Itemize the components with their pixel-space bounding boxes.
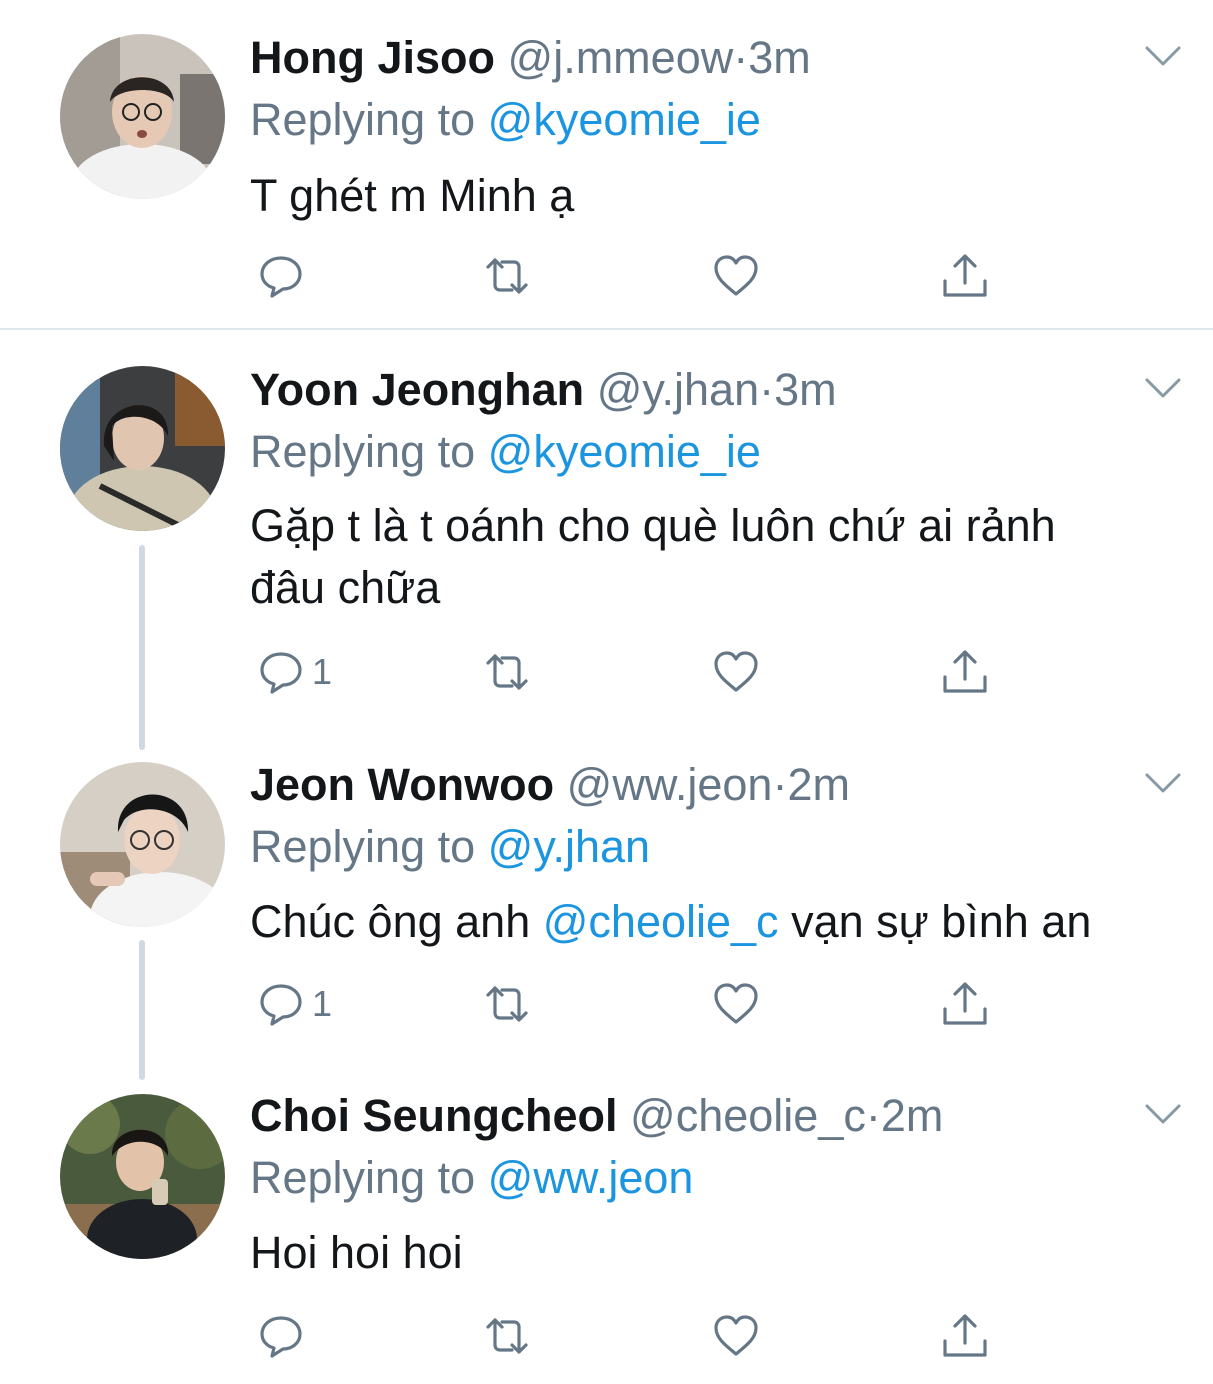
chevron-down-icon[interactable] bbox=[1144, 1103, 1182, 1125]
display-name[interactable]: Jeon Wonwoo bbox=[250, 759, 554, 810]
like-button[interactable] bbox=[711, 644, 761, 700]
retweet-icon bbox=[482, 1311, 532, 1361]
display-name[interactable]: Hong Jisoo bbox=[250, 32, 495, 83]
reply-icon bbox=[256, 1311, 306, 1361]
reply-icon bbox=[256, 647, 306, 697]
chevron-down-icon[interactable] bbox=[1144, 45, 1182, 67]
share-button[interactable] bbox=[940, 1308, 990, 1364]
reply-icon bbox=[256, 251, 306, 301]
replying-to: Replying to @kyeomie_ie bbox=[250, 90, 761, 150]
share-button[interactable] bbox=[940, 248, 990, 304]
replying-to: Replying to @kyeomie_ie bbox=[250, 422, 761, 482]
reply-count: 1 bbox=[312, 651, 333, 692]
action-bar: 1 bbox=[250, 644, 1010, 700]
retweet-icon bbox=[482, 979, 532, 1029]
tweet-choi-seungcheol[interactable]: Choi Seungcheol @cheolie_c·2m Replying t… bbox=[0, 1060, 1213, 1384]
handle[interactable]: @y.jhan bbox=[597, 364, 759, 415]
reply-button[interactable]: 1 bbox=[256, 976, 332, 1032]
action-bar: 1 bbox=[250, 976, 1010, 1032]
like-button[interactable] bbox=[711, 248, 761, 304]
retweet-icon bbox=[482, 251, 532, 301]
handle[interactable]: @cheolie_c bbox=[630, 1090, 866, 1141]
separator-dot: · bbox=[772, 759, 788, 810]
tweet-text-segment: Chúc ông anh bbox=[250, 896, 531, 947]
replying-to-mention[interactable]: @kyeomie_ie bbox=[488, 426, 761, 477]
reply-button[interactable] bbox=[256, 248, 312, 304]
like-icon bbox=[711, 979, 761, 1029]
replying-to: Replying to @ww.jeon bbox=[250, 1148, 693, 1208]
tweet-text: Chúc ông anh @cheolie_c vạn sự bình an bbox=[250, 891, 1170, 953]
replying-to-mention[interactable]: @y.jhan bbox=[488, 821, 650, 872]
share-button[interactable] bbox=[940, 644, 990, 700]
replying-to-label: Replying to bbox=[250, 821, 476, 872]
retweet-button[interactable] bbox=[482, 248, 532, 304]
avatar[interactable] bbox=[60, 366, 225, 531]
display-name[interactable]: Yoon Jeonghan bbox=[250, 364, 584, 415]
timestamp[interactable]: 3m bbox=[774, 364, 837, 415]
replying-to-label: Replying to bbox=[250, 426, 476, 477]
tweet-text: Gặp t là t oánh cho què luôn chứ ai rảnh… bbox=[250, 495, 1170, 619]
tweet-header: Hong Jisoo @j.mmeow·3m bbox=[250, 30, 811, 86]
tweet-text-line: Gặp t là t oánh cho què luôn chứ ai rảnh bbox=[250, 500, 1056, 551]
share-button[interactable] bbox=[940, 976, 990, 1032]
like-icon bbox=[711, 251, 761, 301]
share-icon bbox=[940, 1311, 990, 1361]
avatar[interactable] bbox=[60, 762, 225, 927]
replying-to-label: Replying to bbox=[250, 94, 476, 145]
replying-to-label: Replying to bbox=[250, 1152, 476, 1203]
handle[interactable]: @j.mmeow bbox=[508, 32, 734, 83]
timestamp[interactable]: 2m bbox=[881, 1090, 944, 1141]
separator-dot: · bbox=[759, 364, 775, 415]
reply-count: 1 bbox=[312, 983, 333, 1024]
share-icon bbox=[940, 647, 990, 697]
reply-button[interactable] bbox=[256, 1308, 312, 1364]
reply-button[interactable]: 1 bbox=[256, 644, 332, 700]
timestamp[interactable]: 2m bbox=[787, 759, 850, 810]
replying-to-mention[interactable]: @ww.jeon bbox=[488, 1152, 694, 1203]
chevron-down-icon[interactable] bbox=[1144, 772, 1182, 794]
retweet-button[interactable] bbox=[482, 1308, 532, 1364]
handle[interactable]: @ww.jeon bbox=[567, 759, 773, 810]
like-button[interactable] bbox=[711, 976, 761, 1032]
tweet-mention[interactable]: @cheolie_c bbox=[543, 896, 779, 947]
thread-line bbox=[139, 940, 145, 1080]
tweet-hong-jisoo[interactable]: Hong Jisoo @j.mmeow·3m Replying to @kyeo… bbox=[0, 0, 1213, 330]
like-icon bbox=[711, 647, 761, 697]
display-name[interactable]: Choi Seungcheol bbox=[250, 1090, 618, 1141]
tweet-yoon-jeonghan[interactable]: Yoon Jeonghan @y.jhan·3m Replying to @ky… bbox=[0, 330, 1213, 750]
retweet-button[interactable] bbox=[482, 976, 532, 1032]
retweet-button[interactable] bbox=[482, 644, 532, 700]
retweet-icon bbox=[482, 647, 532, 697]
tweet-header: Yoon Jeonghan @y.jhan·3m bbox=[250, 362, 837, 418]
like-button[interactable] bbox=[711, 1308, 761, 1364]
avatar[interactable] bbox=[60, 1094, 225, 1259]
tweet-header: Jeon Wonwoo @ww.jeon·2m bbox=[250, 757, 850, 813]
like-icon bbox=[711, 1311, 761, 1361]
timestamp[interactable]: 3m bbox=[748, 32, 811, 83]
reply-icon bbox=[256, 979, 306, 1029]
tweet-text: Hoi hoi hoi bbox=[250, 1227, 463, 1278]
separator-dot: · bbox=[865, 1090, 881, 1141]
replying-to: Replying to @y.jhan bbox=[250, 817, 650, 877]
replying-to-mention[interactable]: @kyeomie_ie bbox=[488, 94, 761, 145]
share-icon bbox=[940, 979, 990, 1029]
chevron-down-icon[interactable] bbox=[1144, 377, 1182, 399]
tweet-text-segment: vạn sự bình an bbox=[791, 896, 1092, 947]
avatar[interactable] bbox=[60, 34, 225, 199]
tweet-text: T ghét m Minh ạ bbox=[250, 170, 575, 221]
action-bar bbox=[250, 1308, 1010, 1364]
action-bar bbox=[250, 248, 1010, 304]
tweet-header: Choi Seungcheol @cheolie_c·2m bbox=[250, 1088, 943, 1144]
share-icon bbox=[940, 251, 990, 301]
separator-dot: · bbox=[733, 32, 749, 83]
tweet-text-line: đâu chữa bbox=[250, 562, 441, 613]
tweet-jeon-wonwoo[interactable]: Jeon Wonwoo @ww.jeon·2m Replying to @y.j… bbox=[0, 730, 1213, 1080]
thread-line bbox=[139, 545, 145, 750]
